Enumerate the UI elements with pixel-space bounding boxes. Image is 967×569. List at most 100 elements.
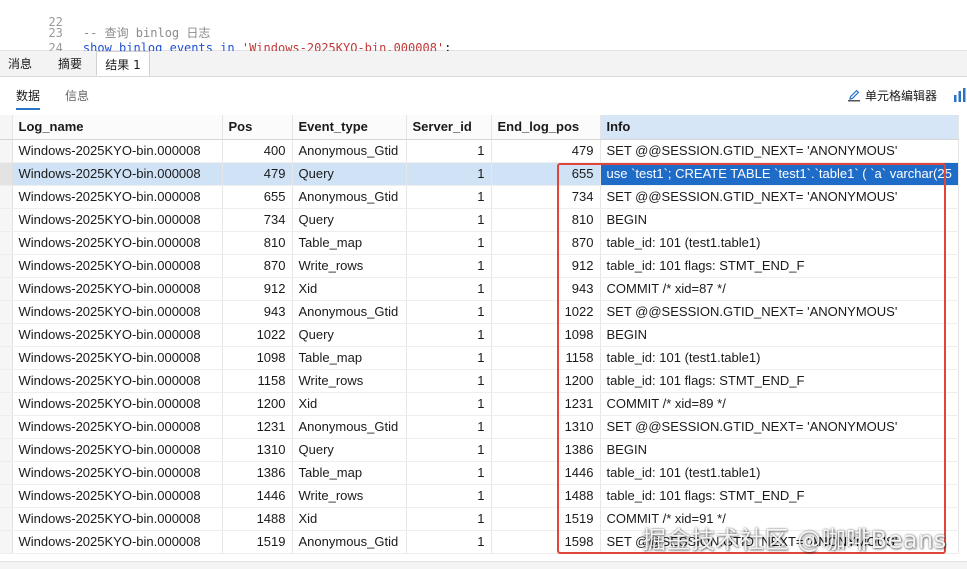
cell-log-name[interactable]: Windows-2025KYO-bin.000008 xyxy=(12,300,223,324)
cell-server-id[interactable]: 1 xyxy=(406,208,492,232)
table-row[interactable]: Windows-2025KYO-bin.000008 1231 Anonymous_… xyxy=(0,415,959,439)
cell-end-log-pos[interactable]: 655 xyxy=(491,162,601,186)
data-grid[interactable]: Log_name Pos Event_type Server_id End_lo… xyxy=(0,115,967,568)
table-row[interactable]: Windows-2025KYO-bin.000008 655 Anonymous_G… xyxy=(0,185,959,209)
cell-info[interactable]: SET @@SESSION.GTID_NEXT= 'ANONYMOUS' xyxy=(600,415,959,439)
cell-server-id[interactable]: 1 xyxy=(406,530,492,554)
cell-server-id[interactable]: 1 xyxy=(406,162,492,186)
table-row[interactable]: Windows-2025KYO-bin.000008 810 Table_map 1 8… xyxy=(0,231,959,255)
cell-pos[interactable]: 479 xyxy=(222,162,293,186)
cell-end-log-pos[interactable]: 1231 xyxy=(491,392,601,416)
cell-pos[interactable]: 912 xyxy=(222,277,293,301)
cell-event-type[interactable]: Anonymous_Gtid xyxy=(292,415,407,439)
cell-server-id[interactable]: 1 xyxy=(406,461,492,485)
table-row[interactable]: Windows-2025KYO-bin.000008 1446 Write_rows… xyxy=(0,484,959,508)
cell-event-type[interactable]: Anonymous_Gtid xyxy=(292,139,407,163)
table-row[interactable]: Windows-2025KYO-bin.000008 1022 Query 1 1098… xyxy=(0,323,959,347)
cell-end-log-pos[interactable]: 479 xyxy=(491,139,601,163)
cell-server-id[interactable]: 1 xyxy=(406,300,492,324)
tab-summary[interactable]: 摘要 xyxy=(48,51,92,76)
cell-end-log-pos[interactable]: 1098 xyxy=(491,323,601,347)
cell-log-name[interactable]: Windows-2025KYO-bin.000008 xyxy=(12,346,223,370)
cell-event-type[interactable]: Xid xyxy=(292,507,407,531)
cell-log-name[interactable]: Windows-2025KYO-bin.000008 xyxy=(12,507,223,531)
cell-log-name[interactable]: Windows-2025KYO-bin.000008 xyxy=(12,185,223,209)
table-row[interactable]: Windows-2025KYO-bin.000008 734 Query 1 810 BE… xyxy=(0,208,959,232)
cell-info[interactable]: table_id: 101 (test1.table1) xyxy=(600,461,959,485)
row-marker[interactable] xyxy=(0,162,13,186)
cell-server-id[interactable]: 1 xyxy=(406,231,492,255)
cell-end-log-pos[interactable]: 1488 xyxy=(491,484,601,508)
cell-event-type[interactable]: Write_rows xyxy=(292,484,407,508)
cell-end-log-pos[interactable]: 912 xyxy=(491,254,601,278)
cell-pos[interactable]: 400 xyxy=(222,139,293,163)
row-marker[interactable] xyxy=(0,530,13,554)
cell-log-name[interactable]: Windows-2025KYO-bin.000008 xyxy=(12,438,223,462)
cell-event-type[interactable]: Table_map xyxy=(292,231,407,255)
cell-event-type[interactable]: Table_map xyxy=(292,346,407,370)
cell-info[interactable]: BEGIN xyxy=(600,438,959,462)
cell-log-name[interactable]: Windows-2025KYO-bin.000008 xyxy=(12,162,223,186)
row-marker[interactable] xyxy=(0,438,13,462)
cell-event-type[interactable]: Anonymous_Gtid xyxy=(292,530,407,554)
cell-log-name[interactable]: Windows-2025KYO-bin.000008 xyxy=(12,392,223,416)
cell-event-type[interactable]: Xid xyxy=(292,277,407,301)
cell-end-log-pos[interactable]: 1446 xyxy=(491,461,601,485)
row-marker[interactable] xyxy=(0,369,13,393)
cell-log-name[interactable]: Windows-2025KYO-bin.000008 xyxy=(12,323,223,347)
cell-pos[interactable]: 870 xyxy=(222,254,293,278)
cell-pos[interactable]: 1231 xyxy=(222,415,293,439)
cell-end-log-pos[interactable]: 1386 xyxy=(491,438,601,462)
cell-server-id[interactable]: 1 xyxy=(406,507,492,531)
row-marker[interactable] xyxy=(0,254,13,278)
cell-pos[interactable]: 1386 xyxy=(222,461,293,485)
row-marker[interactable] xyxy=(0,185,13,209)
cell-end-log-pos[interactable]: 943 xyxy=(491,277,601,301)
cell-end-log-pos[interactable]: 1022 xyxy=(491,300,601,324)
cell-end-log-pos[interactable]: 1200 xyxy=(491,369,601,393)
row-marker[interactable] xyxy=(0,392,13,416)
row-marker[interactable] xyxy=(0,323,13,347)
cell-pos[interactable]: 1446 xyxy=(222,484,293,508)
cell-info[interactable]: table_id: 101 flags: STMT_END_F xyxy=(600,369,959,393)
cell-info[interactable]: SET @@SESSION.GTID_NEXT= 'ANONYMOUS' xyxy=(600,139,959,163)
col-header-info[interactable]: Info xyxy=(600,115,959,140)
row-marker[interactable] xyxy=(0,415,13,439)
table-row[interactable]: Windows-2025KYO-bin.000008 1158 Write_rows… xyxy=(0,369,959,393)
cell-event-type[interactable]: Query xyxy=(292,438,407,462)
cell-pos[interactable]: 734 xyxy=(222,208,293,232)
row-marker[interactable] xyxy=(0,231,13,255)
cell-pos[interactable]: 655 xyxy=(222,185,293,209)
cell-pos[interactable]: 1519 xyxy=(222,530,293,554)
col-header-pos[interactable]: Pos xyxy=(222,115,293,140)
cell-end-log-pos[interactable]: 1310 xyxy=(491,415,601,439)
cell-end-log-pos[interactable]: 1598 xyxy=(491,530,601,554)
cell-pos[interactable]: 1200 xyxy=(222,392,293,416)
cell-server-id[interactable]: 1 xyxy=(406,369,492,393)
col-header-end-log-pos[interactable]: End_log_pos xyxy=(491,115,601,140)
cell-end-log-pos[interactable]: 810 xyxy=(491,208,601,232)
table-row[interactable]: Windows-2025KYO-bin.000008 912 Xid 1 943 COMM… xyxy=(0,277,959,301)
row-marker[interactable] xyxy=(0,484,13,508)
cell-event-type[interactable]: Anonymous_Gtid xyxy=(292,185,407,209)
cell-pos[interactable]: 1488 xyxy=(222,507,293,531)
subtab-info[interactable]: 信息 xyxy=(65,87,89,105)
cell-info[interactable]: COMMIT /* xid=89 */ xyxy=(600,392,959,416)
cell-info[interactable]: table_id: 101 flags: STMT_END_F xyxy=(600,254,959,278)
cell-info[interactable]: table_id: 101 (test1.table1) xyxy=(600,231,959,255)
table-row[interactable]: Windows-2025KYO-bin.000008 943 Anonymous_G… xyxy=(0,300,959,324)
cell-info[interactable]: table_id: 101 (test1.table1) xyxy=(600,346,959,370)
cell-info[interactable]: BEGIN xyxy=(600,323,959,347)
row-marker[interactable] xyxy=(0,139,13,163)
cell-pos[interactable]: 1310 xyxy=(222,438,293,462)
cell-info[interactable]: SET @@SESSION.GTID_NEXT= 'ANONYMOUS' xyxy=(600,300,959,324)
col-header-server-id[interactable]: Server_id xyxy=(406,115,492,140)
table-row[interactable]: Windows-2025KYO-bin.000008 479 Query 1 655 us… xyxy=(0,162,959,186)
cell-server-id[interactable]: 1 xyxy=(406,185,492,209)
cell-end-log-pos[interactable]: 1158 xyxy=(491,346,601,370)
subtab-data[interactable]: 数据 xyxy=(16,87,41,110)
cell-pos[interactable]: 810 xyxy=(222,231,293,255)
cell-event-type[interactable]: Query xyxy=(292,323,407,347)
cell-server-id[interactable]: 1 xyxy=(406,139,492,163)
cell-server-id[interactable]: 1 xyxy=(406,323,492,347)
